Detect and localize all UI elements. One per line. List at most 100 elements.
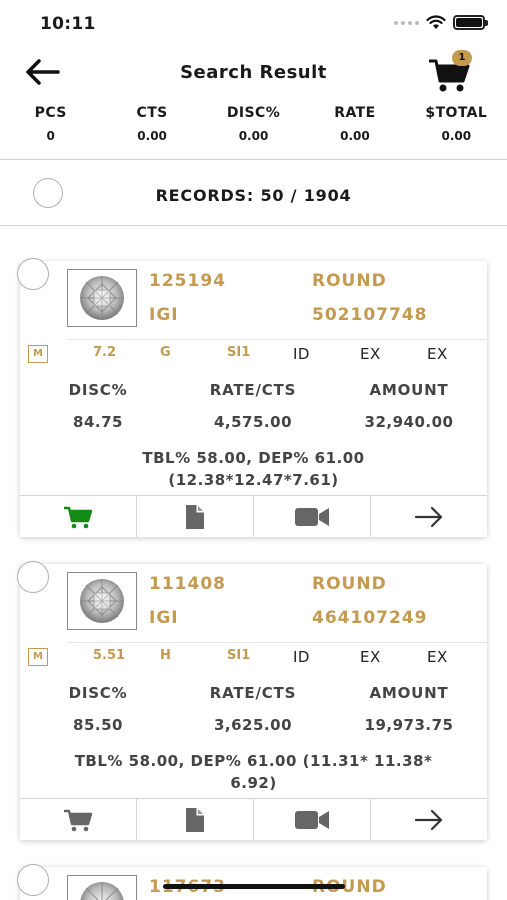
certificate-button[interactable] (137, 799, 254, 840)
measurements-line2: (12.38*12.47*7.61) (168, 471, 339, 489)
arrow-right-icon (414, 506, 443, 527)
divider (67, 339, 487, 340)
amount-label: AMOUNT (369, 381, 449, 399)
shape: ROUND (312, 271, 387, 291)
measurements-line1: TBL% 58.00, DEP% 61.00 (142, 449, 365, 467)
stock-id: 111408 (149, 574, 226, 594)
status-bar: 10:11 (0, 0, 507, 46)
summary-value: 0.00 (441, 129, 472, 143)
diamond-image (80, 882, 124, 900)
certificate-number[interactable]: 464107249 (312, 608, 427, 628)
disc-label: DISC% (68, 684, 128, 702)
clarity: SI1 (227, 648, 251, 663)
color: G (160, 345, 171, 360)
details-button[interactable] (371, 799, 487, 840)
select-radio[interactable] (17, 561, 49, 593)
video-button[interactable] (254, 799, 371, 840)
carat: 5.51 (93, 648, 126, 663)
measurements-line1: TBL% 58.00, DEP% 61.00 (11.31* 11.38* (74, 752, 433, 770)
wifi-icon (426, 15, 446, 29)
summary-value: 0.00 (238, 129, 269, 143)
summary-bar: PCS 0 CTS 0.00 DISC% 0.00 RATE 0.00 $TOT… (0, 98, 507, 160)
disc-value: 85.50 (73, 716, 123, 734)
summary-label: RATE (334, 105, 376, 121)
diamond-thumbnail[interactable] (67, 269, 137, 327)
summary-cts: CTS 0.00 (101, 98, 202, 159)
disc-label: DISC% (68, 381, 128, 399)
divider (67, 642, 487, 643)
lab: IGI (149, 608, 179, 628)
battery-icon (453, 15, 488, 30)
summary-rate: RATE 0.00 (304, 98, 405, 159)
certificate-number[interactable]: 502107748 (312, 305, 427, 325)
card-actions (20, 798, 487, 840)
measurements: TBL% 58.00, DEP% 61.00 (11.31* 11.38* 6.… (30, 750, 477, 794)
summary-label: PCS (34, 105, 67, 121)
color: H (160, 648, 171, 663)
add-to-cart-button[interactable] (20, 496, 137, 537)
attributes-row: M 5.51 H SI1 ID EX EX (20, 648, 487, 668)
summary-disc: DISC% 0.00 (203, 98, 304, 159)
file-icon (186, 807, 204, 832)
diamond-thumbnail[interactable] (67, 875, 137, 900)
summary-value: 0.00 (137, 129, 167, 143)
signal-icon (394, 20, 419, 25)
summary-label: $TOTAL (425, 105, 488, 121)
cart-icon (64, 506, 93, 528)
diamond-card[interactable]: 111408 ROUND IGI 464107249 M 5.51 H SI1 … (17, 561, 487, 840)
diamond-image (80, 579, 124, 623)
m-badge: M (28, 345, 48, 363)
nav-bar: Search Result 1 (0, 46, 507, 98)
arrow-right-icon (414, 809, 443, 830)
summary-label: CTS (136, 105, 168, 121)
records-count: RECORDS: 50 / 1904 (155, 186, 352, 205)
disc-value: 84.75 (73, 413, 123, 431)
file-icon (186, 504, 204, 529)
select-radio[interactable] (17, 864, 49, 896)
symmetry: EX (427, 648, 448, 666)
cut: ID (293, 345, 310, 363)
summary-value: 0 (46, 129, 55, 143)
add-to-cart-button[interactable] (20, 799, 137, 840)
stock-id: 125194 (149, 271, 226, 291)
polish: EX (360, 648, 381, 666)
clarity: SI1 (227, 345, 251, 360)
lab: IGI (149, 305, 179, 325)
details-button[interactable] (371, 496, 487, 537)
amount-label: AMOUNT (369, 684, 449, 702)
records-row: RECORDS: 50 / 1904 (0, 160, 507, 226)
cart-button[interactable]: 1 (427, 50, 477, 94)
select-radio[interactable] (17, 258, 49, 290)
video-camera-icon (295, 507, 329, 526)
amount-value: 32,940.00 (364, 413, 454, 431)
m-badge: M (28, 648, 48, 666)
rate-value: 3,625.00 (213, 716, 293, 734)
home-indicator (163, 884, 345, 889)
measurements: TBL% 58.00, DEP% 61.00 (12.38*12.47*7.61… (30, 447, 477, 491)
summary-label: DISC% (226, 105, 281, 121)
rate-label: RATE/CTS (209, 381, 297, 399)
cart-icon (64, 809, 93, 831)
summary-total: $TOTAL 0.00 (406, 98, 507, 159)
cart-count-badge: 1 (452, 50, 472, 66)
diamond-card[interactable]: 125194 ROUND IGI 502107748 M 7.2 G SI1 I… (17, 258, 487, 537)
card-actions (20, 495, 487, 537)
amount-value: 19,973.75 (364, 716, 454, 734)
status-icons (394, 15, 488, 30)
attributes-row: M 7.2 G SI1 ID EX EX (20, 345, 487, 365)
measurements-line2: 6.92) (230, 774, 277, 792)
rate-value: 4,575.00 (213, 413, 293, 431)
symmetry: EX (427, 345, 448, 363)
rate-label: RATE/CTS (209, 684, 297, 702)
diamond-image (80, 276, 124, 320)
video-button[interactable] (254, 496, 371, 537)
carat: 7.2 (93, 345, 117, 360)
diamond-thumbnail[interactable] (67, 572, 137, 630)
shape: ROUND (312, 574, 387, 594)
summary-pcs: PCS 0 (0, 98, 101, 159)
summary-value: 0.00 (340, 129, 370, 143)
video-camera-icon (295, 810, 329, 829)
certificate-button[interactable] (137, 496, 254, 537)
status-time: 10:11 (40, 14, 96, 34)
polish: EX (360, 345, 381, 363)
